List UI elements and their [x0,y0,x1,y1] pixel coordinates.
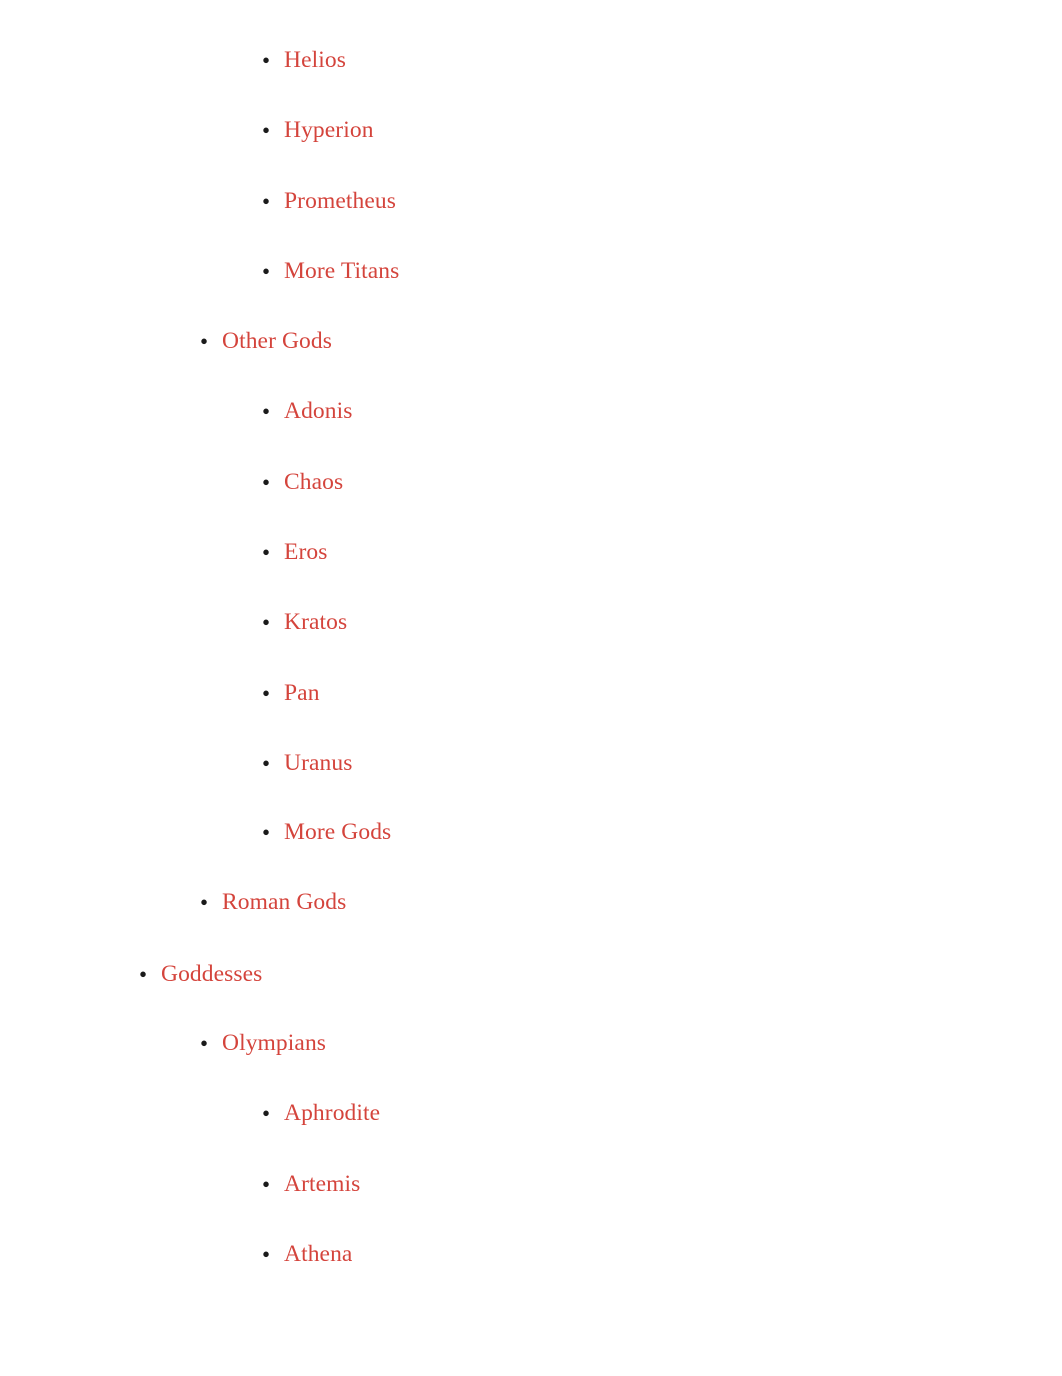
list-item[interactable]: • Pan [0,677,320,711]
list-item-label[interactable]: Goddesses [161,961,262,988]
list-item[interactable]: • Helios [0,44,346,78]
list-item[interactable]: • Goddesses [0,958,262,992]
bullet-icon: • [262,117,271,143]
bullet-icon: • [262,750,271,776]
bullet-icon: • [262,398,271,424]
list-item[interactable]: • More Titans [0,255,399,289]
list-item-label[interactable]: Helios [284,47,346,74]
document-page: • Helios • Hyperion • Prometheus • More Titans •… [0,0,1062,1376]
bullet-icon: • [262,539,271,565]
bullet-icon: • [139,961,148,987]
list-item[interactable]: • Adonis [0,395,353,429]
list-item-label[interactable]: Prometheus [284,188,396,215]
list-item-label[interactable]: Athena [284,1241,352,1268]
list-item[interactable]: • Aphrodite [0,1097,380,1131]
list-item[interactable]: • Athena [0,1238,352,1272]
list-item[interactable]: • Olympians [0,1027,326,1061]
bullet-icon: • [262,258,271,284]
list-item-label[interactable]: Roman Gods [222,889,346,916]
bullet-icon: • [262,188,271,214]
list-item[interactable]: • Chaos [0,466,343,500]
list-item-label[interactable]: Chaos [284,469,343,496]
bullet-icon: • [262,1241,271,1267]
list-item[interactable]: • Artemis [0,1168,360,1202]
bullet-icon: • [262,47,271,73]
list-item-label[interactable]: More Titans [284,258,399,285]
bullet-icon: • [262,680,271,706]
list-item-label[interactable]: Uranus [284,750,352,777]
list-item-label[interactable]: Aphrodite [284,1100,380,1127]
list-item-label[interactable]: Other Gods [222,328,332,355]
list-item-label[interactable]: Eros [284,539,327,566]
list-item-label[interactable]: Kratos [284,609,347,636]
list-item[interactable]: • Hyperion [0,114,374,148]
bullet-icon: • [262,1100,271,1126]
bullet-icon: • [262,609,271,635]
list-item[interactable]: • Other Gods [0,325,332,359]
list-item[interactable]: • Uranus [0,747,352,781]
list-item-label[interactable]: Artemis [284,1171,360,1198]
list-item-label[interactable]: Adonis [284,398,353,425]
bullet-icon: • [262,1171,271,1197]
list-item-label[interactable]: More Gods [284,819,391,846]
list-item[interactable]: • More Gods [0,816,391,850]
list-item-label[interactable]: Pan [284,680,320,707]
list-item[interactable]: • Eros [0,536,327,570]
list-item[interactable]: • Prometheus [0,185,396,219]
list-item[interactable]: • Kratos [0,606,347,640]
bullet-icon: • [200,328,209,354]
list-item-label[interactable]: Hyperion [284,117,374,144]
list-item-label[interactable]: Olympians [222,1030,326,1057]
bullet-icon: • [262,819,271,845]
bullet-icon: • [200,889,209,915]
list-item[interactable]: • Roman Gods [0,886,346,920]
bullet-icon: • [200,1030,209,1056]
bullet-icon: • [262,469,271,495]
